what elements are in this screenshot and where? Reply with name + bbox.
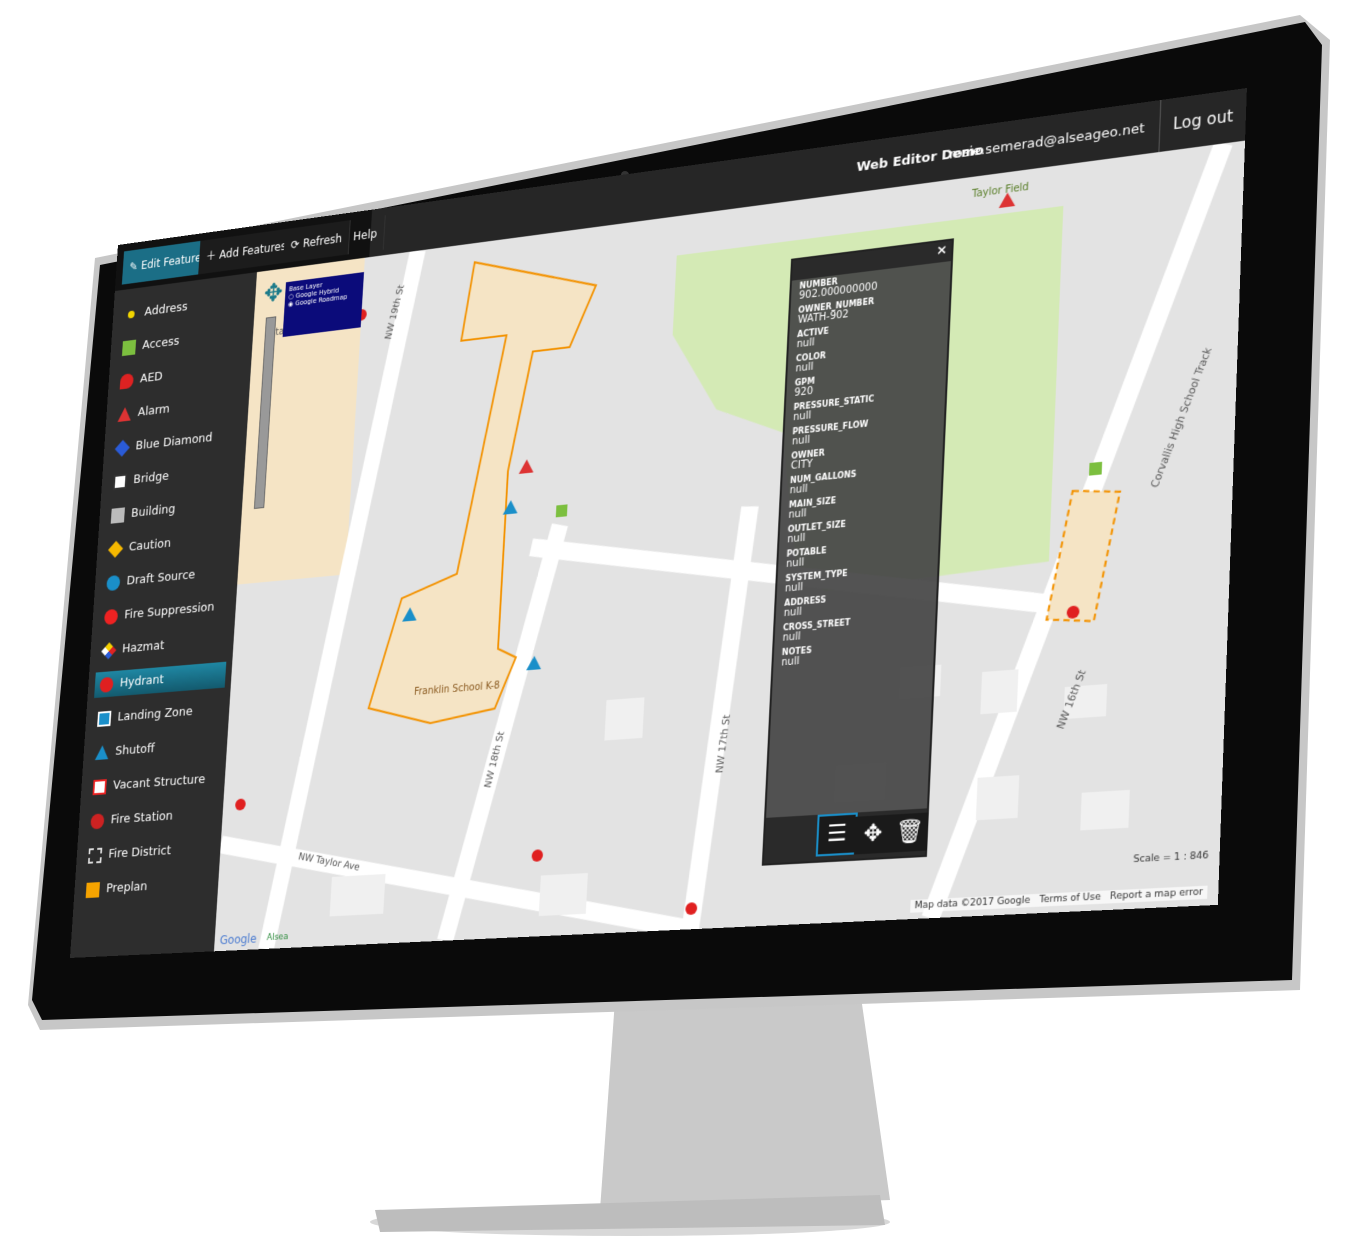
base-layer-switcher: Base Layer ○ Google Hybrid ◉ Google Road…: [283, 272, 364, 337]
map-canvas[interactable]: Taylor Field Franklin School K-8 Starbuc…: [214, 141, 1245, 952]
sidebar-item-hydrant[interactable]: Hydrant: [94, 662, 226, 698]
user-email: rosie.semerad@alseageo.net: [949, 121, 1145, 163]
hydrant-icon[interactable]: [531, 849, 543, 862]
track-label: Corvallis High School Track: [1149, 347, 1215, 489]
blue-diamond-icon: [115, 439, 130, 456]
panel-toolbar: ☰ ✥ 🗑: [764, 808, 927, 863]
orange-square-icon: [86, 882, 100, 898]
sidebar-item-label: Hydrant: [119, 673, 164, 691]
sidebar-item-label: Alarm: [137, 402, 170, 420]
hydrant-icon: [99, 676, 113, 692]
sidebar-item-aed[interactable]: AED: [114, 354, 245, 395]
dashed-square-icon: [88, 847, 102, 863]
move-button[interactable]: ✥: [854, 815, 892, 855]
sidebar-item-bridge[interactable]: Bridge: [108, 456, 240, 495]
sidebar-item-hazmat[interactable]: Hazmat: [96, 627, 228, 664]
terms-link[interactable]: Terms of Use: [1039, 892, 1101, 906]
tab-label: Add Features: [219, 239, 287, 261]
street-label: NW 18th St: [483, 730, 507, 789]
refresh-button[interactable]: ⟳ Refresh: [283, 220, 351, 263]
hazmat-icon: [101, 642, 116, 659]
vacant-structure-icon: [93, 779, 107, 795]
sidebar-item-label: Vacant Structure: [113, 772, 206, 793]
tab-label: Refresh: [302, 232, 342, 251]
sidebar-item-label: Hazmat: [122, 638, 165, 656]
sidebar-item-label: Landing Zone: [117, 704, 193, 724]
green-square-icon: [122, 339, 136, 355]
sidebar-item-label: Address: [144, 300, 188, 320]
sidebar-item-caution[interactable]: Caution: [103, 524, 235, 562]
sidebar-item-fire-district[interactable]: Fire District: [83, 835, 216, 869]
sidebar-item-preplan[interactable]: Preplan: [80, 870, 213, 903]
blue-triangle-icon: [95, 745, 109, 760]
tab-add-features[interactable]: ＋ Add Features: [198, 228, 295, 275]
sidebar-item-label: Access: [142, 334, 180, 353]
help-button[interactable]: Help: [345, 215, 386, 254]
sidebar-item-landing-zone[interactable]: Landing Zone: [92, 696, 224, 732]
sidebar-item-label: Building: [131, 502, 176, 521]
bridge-icon: [113, 473, 127, 489]
access-icon[interactable]: [1089, 462, 1102, 476]
gray-square-icon: [111, 507, 125, 523]
trash-icon[interactable]: 🗑: [890, 812, 928, 852]
sidebar-item-alarm[interactable]: Alarm: [112, 388, 244, 428]
sidebar-item-label: AED: [140, 369, 163, 386]
sidebar-item-vacant-structure[interactable]: Vacant Structure: [87, 766, 220, 801]
map[interactable]: Taylor Field Franklin School K-8 Starbuc…: [214, 141, 1245, 952]
sidebar-item-blue-diamond[interactable]: Blue Diamond: [110, 422, 242, 462]
google-logo: Google: [219, 932, 257, 947]
red-circle-icon: [104, 608, 118, 624]
alarm-icon[interactable]: [519, 459, 534, 474]
sidebar-item-label: Fire Suppression: [124, 600, 215, 622]
sidebar-item-shutoff[interactable]: Shutoff: [90, 731, 222, 766]
pan-control[interactable]: ✥: [263, 278, 283, 309]
sidebar-item-label: Fire Station: [110, 809, 173, 827]
sidebar-item-fire-suppression[interactable]: Fire Suppression: [99, 593, 231, 630]
sidebar-item-draft-source[interactable]: Draft Source: [101, 558, 233, 596]
sidebar-item-label: Bridge: [133, 469, 169, 487]
hydrant-icon[interactable]: [235, 798, 246, 810]
sidebar-item-label: Preplan: [106, 879, 148, 896]
sidebar-item-label: Draft Source: [126, 568, 195, 589]
close-icon[interactable]: ×: [936, 242, 948, 259]
feature-attributes-panel: × NUMBER 902.000000000 OWNER_NUMBER WATH-90…: [762, 238, 954, 865]
tab-label: Edit Features: [141, 250, 207, 272]
alsea-logo: Alsea: [266, 932, 288, 943]
fire-station-icon: [90, 813, 104, 829]
caution-icon: [108, 540, 123, 557]
landing-zone-icon: [97, 710, 111, 726]
field-list: NUMBER 902.000000000 OWNER_NUMBER WATH-902 A…: [773, 261, 951, 671]
taylor-field-label: Taylor Field: [971, 182, 1030, 201]
sidebar-item-label: Caution: [128, 536, 171, 554]
draft-source-icon: [106, 574, 120, 590]
red-triangle-icon: [118, 407, 132, 423]
aed-icon: [120, 373, 134, 389]
access-icon[interactable]: [556, 504, 568, 517]
sidebar-item-label: Fire District: [108, 844, 171, 862]
attributes-list-button[interactable]: ☰: [816, 812, 858, 856]
sidebar-item-building[interactable]: Building: [105, 490, 237, 529]
yellow-dot-icon: [128, 310, 135, 318]
sidebar-item-label: Blue Diamond: [135, 431, 213, 454]
preplan-outline[interactable]: [1046, 486, 1120, 625]
sidebar-item-label: Shutoff: [115, 742, 155, 759]
sidebar-item-fire-station[interactable]: Fire Station: [85, 800, 218, 834]
